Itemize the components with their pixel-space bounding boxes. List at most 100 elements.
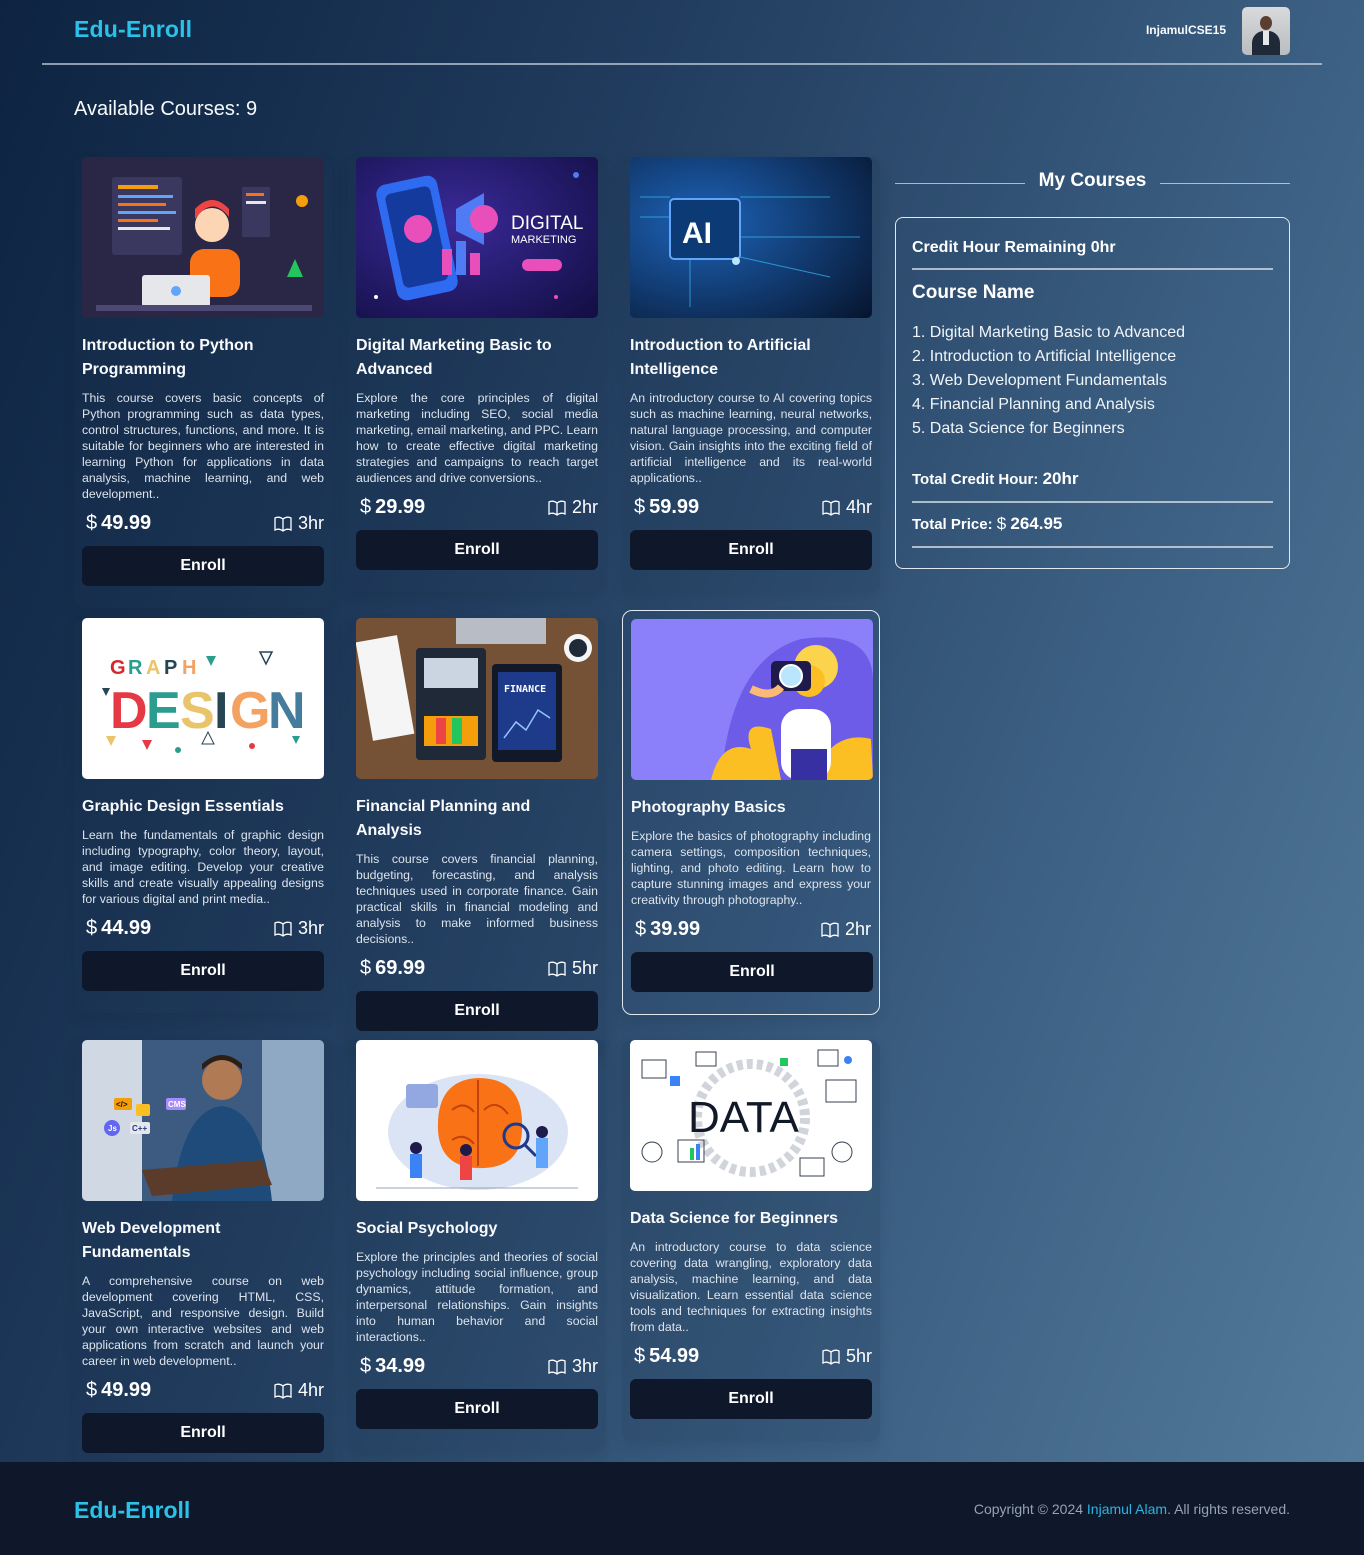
course-image: GR AP H DE SI GN	[82, 618, 324, 779]
total-price: Total Price: $ 264.95	[912, 514, 1273, 548]
enroll-button[interactable]: Enroll	[631, 952, 873, 992]
course-price: $44.99	[86, 917, 152, 939]
brand-logo[interactable]: Edu-Enroll	[74, 16, 192, 43]
course-image	[631, 619, 873, 780]
avatar[interactable]	[1242, 7, 1290, 55]
list-item: 3. Web Development Fundamentals	[912, 372, 1167, 389]
course-image: DIGITAL MARKETING	[356, 157, 598, 318]
course-title: Social Psychology	[356, 1220, 498, 1237]
svg-text:I: I	[214, 682, 228, 740]
available-courses-count: Available Courses: 9	[74, 98, 258, 120]
book-icon	[821, 922, 839, 938]
book-icon	[548, 961, 566, 977]
course-price: $34.99	[360, 1355, 426, 1377]
course-price: $49.99	[86, 512, 152, 534]
svg-text:D: D	[110, 682, 148, 740]
course-card: GR AP H DE SI GN Graphic Design Essentia…	[74, 618, 332, 1013]
course-description: This course covers financial planning, b…	[356, 852, 598, 946]
svg-text:Js: Js	[108, 1124, 117, 1133]
list-item: 2. Introduction to Artificial Intelligen…	[912, 348, 1177, 365]
list-item: 4. Financial Planning and Analysis	[912, 396, 1155, 413]
course-image	[82, 157, 324, 318]
enroll-button[interactable]: Enroll	[630, 1379, 872, 1419]
svg-text:N: N	[268, 682, 306, 740]
svg-text:DATA: DATA	[688, 1093, 799, 1142]
course-description: Explore the principles and theories of s…	[356, 1250, 598, 1344]
site-header: Edu-Enroll InjamulCSE15	[42, 0, 1322, 65]
course-name-heading: Course Name	[912, 282, 1035, 303]
course-title: Graphic Design Essentials	[82, 798, 284, 815]
course-description: An introductory course to AI covering to…	[630, 391, 872, 485]
course-card: AI Introduction to Artificial Intelligen…	[622, 157, 880, 592]
book-icon	[274, 921, 292, 937]
course-hours: 2hr	[821, 919, 871, 940]
course-hours: 3hr	[274, 513, 324, 534]
course-description: This course covers basic concepts of Pyt…	[82, 391, 324, 501]
footer-brand[interactable]: Edu-Enroll	[74, 1497, 190, 1524]
course-title: Financial Planning and Analysis	[356, 798, 531, 839]
enroll-button[interactable]: Enroll	[356, 530, 598, 570]
book-icon	[274, 516, 292, 532]
svg-text:AI: AI	[682, 217, 712, 250]
enroll-button[interactable]: Enroll	[356, 991, 598, 1031]
book-icon	[822, 500, 840, 516]
total-credit-hour: Total Credit Hour: 20hr	[912, 469, 1273, 503]
list-item: 5. Data Science for Beginners	[912, 420, 1125, 437]
course-image	[356, 1040, 598, 1201]
course-hours: 4hr	[274, 1380, 324, 1401]
svg-text:S: S	[180, 682, 215, 740]
course-price: $59.99	[634, 496, 700, 518]
enroll-button[interactable]: Enroll	[82, 1413, 324, 1453]
author-link[interactable]: Injamul Alam	[1087, 1501, 1167, 1517]
my-courses-panel: Credit Hour Remaining 0hr Course Name 1.…	[895, 217, 1290, 569]
svg-text:MARKETING: MARKETING	[511, 234, 576, 246]
course-hours: 5hr	[548, 958, 598, 979]
course-description: An introductory course to data science c…	[630, 1240, 872, 1334]
selected-courses-list: 1. Digital Marketing Basic to Advanced 2…	[912, 321, 1273, 441]
book-icon	[822, 1349, 840, 1365]
svg-text:FINANCE: FINANCE	[504, 684, 546, 695]
course-hours: 2hr	[548, 497, 598, 518]
list-item: 1. Digital Marketing Basic to Advanced	[912, 324, 1186, 341]
svg-text:E: E	[146, 682, 181, 740]
enroll-button[interactable]: Enroll	[82, 951, 324, 991]
site-footer: Edu-Enroll Copyright © 2024 Injamul Alam…	[0, 1462, 1364, 1555]
course-description: Explore the core principles of digital m…	[356, 391, 598, 485]
course-card: Introduction to Python Programming This …	[74, 157, 332, 608]
course-price: $39.99	[635, 918, 701, 940]
course-card: Social Psychology Explore the principles…	[348, 1040, 606, 1451]
svg-text:DIGITAL: DIGITAL	[511, 213, 584, 234]
course-title: Web Development Fundamentals	[82, 1220, 221, 1261]
course-price: $69.99	[360, 957, 426, 979]
username: InjamulCSE15	[1145, 23, 1226, 37]
svg-text:CMS: CMS	[168, 1100, 186, 1109]
course-description: A comprehensive course on web developmen…	[82, 1274, 324, 1368]
course-hours: 3hr	[274, 918, 324, 939]
course-price: $49.99	[86, 1379, 152, 1401]
course-image: </> CMS Js C++	[82, 1040, 324, 1201]
svg-text:H: H	[182, 657, 196, 679]
svg-text:P: P	[164, 657, 177, 679]
enroll-button[interactable]: Enroll	[630, 530, 872, 570]
course-hours: 3hr	[548, 1356, 598, 1377]
course-card: FINANCE Financial Planning and Analysis …	[348, 618, 606, 1053]
course-hours: 4hr	[822, 497, 872, 518]
enroll-button[interactable]: Enroll	[82, 546, 324, 586]
course-card: Photography Basics Explore the basics of…	[622, 610, 880, 1015]
copyright-text: Copyright © 2024 Injamul Alam. All right…	[973, 1501, 1290, 1517]
course-price: $54.99	[634, 1345, 700, 1367]
course-card: DIGITAL MARKETING Digital Marketing Basi…	[348, 157, 606, 592]
course-image: AI	[630, 157, 872, 318]
course-price: $29.99	[360, 496, 426, 518]
svg-text:A: A	[146, 657, 160, 679]
course-card: DATA Data Science for Beginners An intro…	[622, 1040, 880, 1441]
course-description: Learn the fundamentals of graphic design…	[82, 828, 324, 906]
svg-text:</>: </>	[116, 1100, 128, 1109]
my-courses-title: My Courses	[895, 170, 1290, 192]
enroll-button[interactable]: Enroll	[356, 1389, 598, 1429]
svg-text:C++: C++	[132, 1124, 147, 1133]
svg-text:R: R	[128, 657, 143, 679]
course-card: </> CMS Js C++ Web Development Fundament…	[74, 1040, 332, 1475]
credit-remaining: Credit Hour Remaining 0hr	[912, 239, 1273, 270]
svg-text:G: G	[230, 682, 270, 740]
